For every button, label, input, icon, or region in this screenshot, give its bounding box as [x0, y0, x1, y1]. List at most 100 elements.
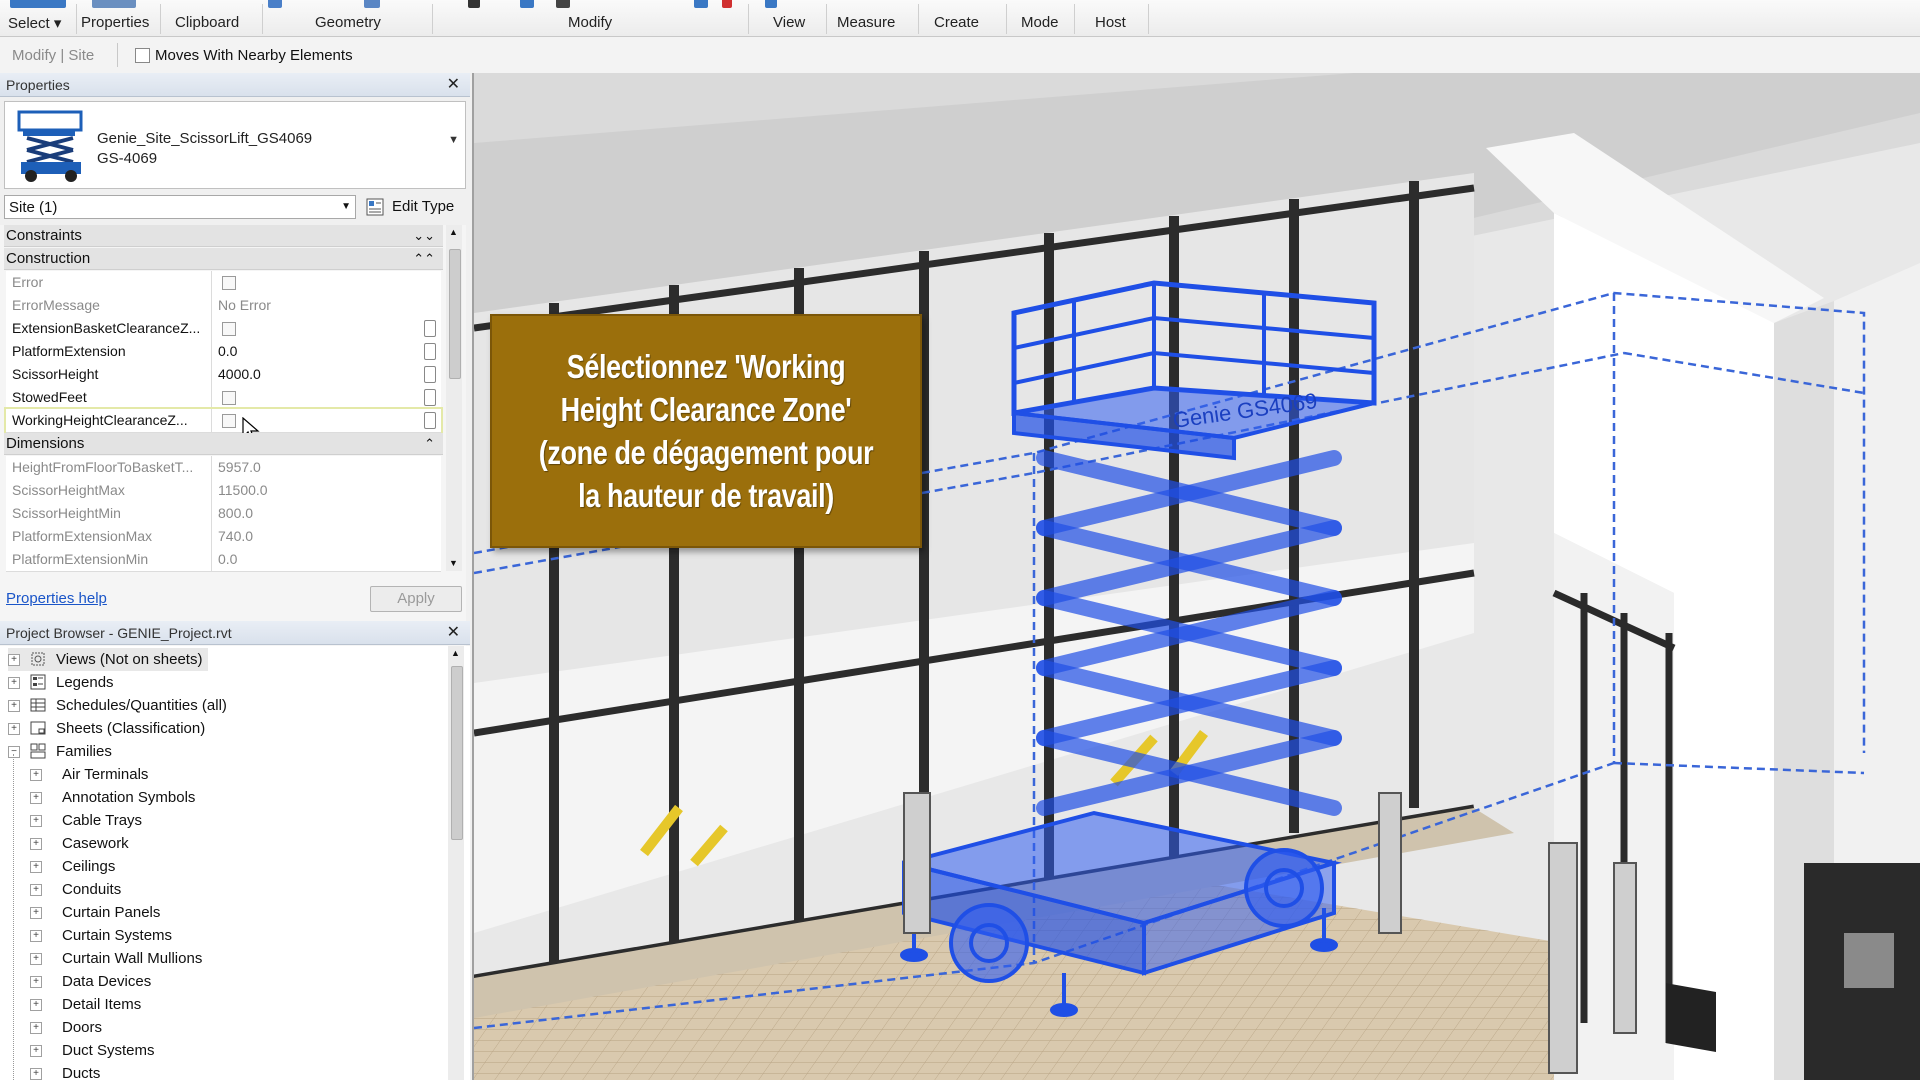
platform-extension-value[interactable]: 0.0 — [214, 340, 436, 363]
legends-icon — [30, 674, 46, 690]
tree-label: Casework — [62, 835, 129, 852]
extension-basket-checkbox[interactable] — [222, 322, 236, 336]
scroll-thumb[interactable] — [451, 666, 463, 840]
ribbon-tab-select[interactable]: Select ▾ — [8, 14, 61, 32]
prop-name: PlatformExtensionMin — [6, 548, 212, 571]
tree-label: Schedules/Quantities (all) — [56, 697, 227, 714]
expand-icon[interactable]: + — [30, 838, 42, 850]
expand-icon[interactable]: ⌄⌄ — [413, 225, 435, 247]
group-dimensions[interactable]: Dimensions ⌃ — [4, 433, 443, 455]
ribbon-tab-clipboard[interactable]: Clipboard — [175, 14, 239, 31]
expand-icon[interactable]: + — [30, 1022, 42, 1034]
expand-icon[interactable]: + — [8, 700, 20, 712]
3d-viewport[interactable]: Genie GS4069 — [474, 73, 1920, 1080]
3d-scene: Genie GS4069 — [474, 73, 1920, 1080]
prop-row-error[interactable]: Error — [6, 271, 441, 295]
expand-icon[interactable]: + — [30, 1045, 42, 1057]
stowed-feet-checkbox[interactable] — [222, 391, 236, 405]
properties-help-link[interactable]: Properties help — [6, 590, 107, 607]
tree-label: Views (Not on sheets) — [56, 651, 203, 668]
ribbon-tab-modify[interactable]: Modify — [568, 14, 612, 31]
expand-icon[interactable]: + — [30, 792, 42, 804]
ribbon-tab-host[interactable]: Host — [1095, 14, 1126, 31]
ribbon-tab-measure[interactable]: Measure — [837, 14, 895, 31]
moves-with-nearby-label: Moves With Nearby Elements — [155, 47, 353, 64]
expand-icon[interactable]: + — [30, 976, 42, 988]
working-height-clearance-checkbox[interactable] — [222, 414, 236, 428]
options-bar: Modify | Site Moves With Nearby Elements — [0, 37, 1920, 74]
prop-value: 740.0 — [218, 528, 254, 544]
expand-icon[interactable]: + — [30, 907, 42, 919]
param-button[interactable] — [424, 320, 436, 337]
expand-icon[interactable]: + — [30, 999, 42, 1011]
prop-name: HeightFromFloorToBasketT... — [6, 456, 212, 479]
type-selector[interactable]: Genie_Site_ScissorLift_GS4069 GS-4069 ▼ — [4, 101, 466, 189]
select-icon — [10, 0, 66, 8]
prop-row-extension-basket[interactable]: ExtensionBasketClearanceZ... — [6, 317, 441, 341]
prop-row-scissor-height-max: ScissorHeightMax 11500.0 — [6, 479, 441, 503]
scroll-thumb[interactable] — [449, 249, 461, 379]
expand-icon[interactable]: + — [8, 654, 20, 666]
param-button[interactable] — [424, 366, 436, 383]
param-button[interactable] — [424, 389, 436, 406]
prop-value: 5957.0 — [218, 459, 261, 475]
expand-icon[interactable]: + — [30, 861, 42, 873]
tree-label: Families — [56, 743, 112, 760]
edit-type-button[interactable]: Edit Type — [364, 195, 464, 219]
expand-icon[interactable]: + — [30, 884, 42, 896]
close-icon[interactable]: ✕ — [447, 621, 460, 645]
prop-name: ExtensionBasketClearanceZ... — [6, 317, 212, 340]
align-icon — [468, 0, 480, 8]
expand-icon[interactable]: + — [8, 723, 20, 735]
close-icon[interactable]: ✕ — [447, 73, 460, 97]
prop-row-working-height-clearance[interactable]: WorkingHeightClearanceZ... — [4, 407, 443, 435]
collapse-icon[interactable]: ⌃ — [424, 433, 435, 455]
instruction-callout: Sélectionnez 'Working Height Clearance Z… — [490, 314, 922, 548]
expand-icon[interactable]: + — [30, 815, 42, 827]
collapse-icon[interactable]: ⌃⌃ — [413, 248, 435, 270]
group-constraints[interactable]: Constraints ⌄⌄ — [4, 225, 443, 247]
ribbon-tab-mode[interactable]: Mode — [1021, 14, 1059, 31]
prop-row-error-message[interactable]: ErrorMessage No Error — [6, 294, 441, 318]
instance-filter-dropdown[interactable]: Site (1) ▼ — [4, 195, 356, 219]
families-icon — [30, 743, 46, 759]
expand-icon[interactable]: + — [30, 953, 42, 965]
ribbon-tab-properties[interactable]: Properties — [81, 14, 149, 31]
ribbon-tab-view[interactable]: View — [773, 14, 805, 31]
expand-icon[interactable]: + — [8, 677, 20, 689]
array-icon — [694, 0, 708, 8]
scroll-up-icon[interactable]: ▲ — [449, 227, 458, 237]
expand-icon[interactable]: + — [30, 930, 42, 942]
scroll-down-icon[interactable]: ▼ — [449, 558, 458, 568]
chevron-down-icon[interactable]: ▼ — [448, 134, 459, 146]
prop-name: ScissorHeight — [6, 363, 212, 386]
properties-title-text: Properties — [6, 77, 70, 93]
browser-scrollbar[interactable]: ▲ — [448, 646, 464, 1080]
prop-row-platform-extension[interactable]: PlatformExtension 0.0 — [6, 340, 441, 364]
group-construction[interactable]: Construction ⌃⌃ — [4, 248, 443, 270]
prop-row-stowed-feet[interactable]: StowedFeet — [6, 386, 441, 410]
delete-icon — [722, 0, 732, 8]
type-name: GS-4069 — [97, 150, 158, 167]
tree-label: Conduits — [62, 881, 122, 898]
expand-icon[interactable]: + — [30, 769, 42, 781]
scroll-up-icon[interactable]: ▲ — [451, 648, 460, 658]
collapse-icon[interactable]: − — [8, 746, 20, 758]
project-browser-title-text: Project Browser - GENIE_Project.rvt — [6, 625, 232, 641]
param-button[interactable] — [424, 412, 436, 429]
tree-label: Curtain Wall Mullions — [62, 950, 203, 967]
prop-value-text: 0.0 — [218, 343, 238, 359]
properties-scrollbar[interactable]: ▲ ▼ — [446, 225, 462, 571]
moves-with-nearby-checkbox[interactable] — [135, 48, 150, 63]
ribbon-tab-geometry[interactable]: Geometry — [315, 14, 381, 31]
ribbon-tab-create[interactable]: Create — [934, 14, 979, 31]
prop-name: ScissorHeightMin — [6, 502, 212, 525]
sheets-icon — [30, 721, 46, 735]
tree-item-views[interactable]: + Views (Not on sheets) — [8, 648, 208, 671]
param-button[interactable] — [424, 343, 436, 360]
prop-row-scissor-height[interactable]: ScissorHeight 4000.0 — [6, 363, 441, 387]
apply-button[interactable]: Apply — [370, 586, 462, 612]
properties-icon — [92, 0, 136, 8]
expand-icon[interactable]: + — [30, 1068, 42, 1080]
scissor-height-value[interactable]: 4000.0 — [214, 363, 436, 386]
